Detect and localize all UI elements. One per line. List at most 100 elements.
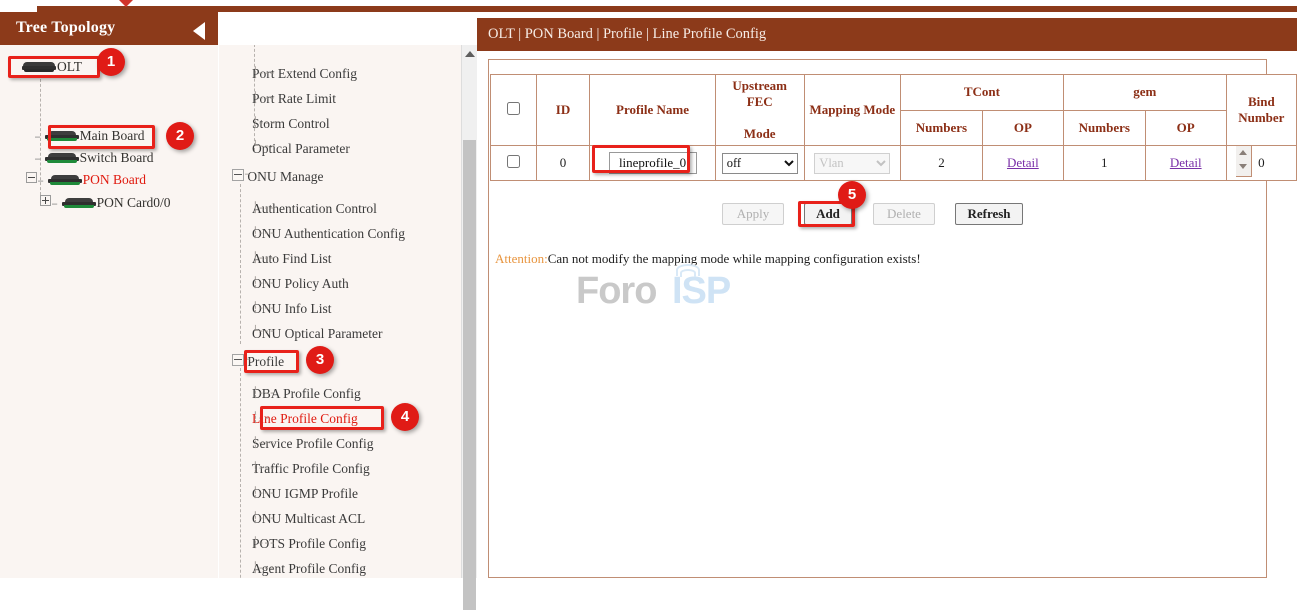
wifi-signal-icon [676, 263, 702, 277]
line-profile-table: ID Profile Name Upstream FEC Mode Mappin… [490, 74, 1297, 181]
scroll-down-icon[interactable] [1239, 164, 1247, 169]
menu-item-onu-optical-parameter[interactable]: └--- ONU Optical Parameter [252, 326, 382, 342]
header-gem-op: OP [1145, 110, 1226, 146]
menu-item-port-extend-config[interactable]: ┆--- Port Extend Config [252, 66, 357, 82]
nav-menu-list: ┆--- Port Extend Config ┆--- Port Rate L… [219, 45, 459, 578]
cell-id: 0 [536, 146, 589, 181]
header-tcont-numbers: Numbers [901, 110, 983, 146]
tree-item-olt[interactable]: OLT [22, 59, 82, 75]
watermark-text-foro: Foro [576, 270, 656, 313]
menu-item-onu-manage[interactable]: – ONU Manage [232, 169, 323, 185]
menu-collapse-icon[interactable] [232, 354, 244, 366]
menu-item-line-profile-config[interactable]: ┆-- Line Profile Config [252, 411, 358, 427]
menu-connector [240, 368, 241, 578]
header-gem: gem [1063, 75, 1226, 111]
select-all-header [491, 75, 537, 146]
menu-item-auto-find-list[interactable]: ┆--- Auto Find List [252, 251, 332, 267]
header-profile-name: Profile Name [590, 75, 716, 146]
annotation-badge-1: 1 [97, 48, 125, 76]
cell-gem-op: Detail [1145, 146, 1226, 181]
menu-item-dba-profile-config[interactable]: ┆--- DBA Profile Config [252, 386, 361, 402]
row-checkbox[interactable] [507, 155, 520, 168]
annotation-badge-2: 2 [166, 122, 194, 150]
menu-connector [240, 184, 241, 344]
menu-item-onu-authentication-config[interactable]: ┆--- ONU Authentication Config [252, 226, 405, 242]
gem-detail-link[interactable]: Detail [1170, 155, 1202, 170]
menu-item-onu-policy-auth[interactable]: ┆--- ONU Policy Auth [252, 276, 349, 292]
menu-item-label: ONU Manage [247, 169, 323, 184]
mapping-mode-select: Vlan [814, 153, 890, 174]
header-upstream-fec-mode: Upstream FEC Mode [715, 75, 804, 146]
menu-item-pots-profile-config[interactable]: ┆--- POTS Profile Config [252, 536, 366, 552]
menu-item-traffic-profile-config[interactable]: ┆--- Traffic Profile Config [252, 461, 370, 477]
header-bind-number: Bind Number [1226, 75, 1296, 146]
header-gem-numbers: Numbers [1063, 110, 1145, 146]
attention-label: Attention: [495, 251, 548, 266]
select-all-checkbox[interactable] [507, 102, 520, 115]
tree-item-label: PON Board [83, 172, 146, 187]
menu-item-onu-igmp-profile[interactable]: ┆--- ONU IGMP Profile [252, 486, 358, 502]
device-board-icon [45, 131, 79, 142]
tree-item-main-board[interactable]: – Main Board [34, 128, 144, 144]
scroll-up-icon[interactable] [465, 51, 475, 57]
annotation-badge-4: 4 [391, 403, 419, 431]
menu-item-optical-parameter[interactable]: └--- Optical Parameter [252, 141, 350, 157]
scroll-up-icon[interactable] [1239, 150, 1247, 155]
breadcrumb: OLT | PON Board | Profile | Line Profile… [488, 26, 766, 43]
menu-item-label: ONU Authentication Config [252, 226, 405, 241]
device-board-icon [48, 175, 82, 186]
tree-item-label: PON Card0/0 [97, 195, 171, 210]
device-olt-icon [22, 62, 56, 73]
menu-item-service-profile-config[interactable]: ┆--- Service Profile Config [252, 436, 373, 452]
cell-mapping-mode: Vlan [804, 146, 900, 181]
menu-item-agent-profile-config[interactable]: ┆--- Agent Profile Config [252, 561, 366, 577]
header-upstream-fec: Upstream FEC [732, 78, 787, 109]
header-number: Number [1238, 110, 1284, 125]
annotation-badge-3: 3 [306, 346, 334, 374]
tree-item-label: Main Board [80, 128, 145, 143]
apply-button[interactable]: Apply [722, 203, 784, 225]
tree-item-pon-card[interactable]: – PON Card0/0 [40, 195, 170, 211]
nav-menu-panel: ┆--- Port Extend Config ┆--- Port Rate L… [218, 45, 477, 578]
app-window: Tree Topology OLT – Main Board – Switch … [0, 0, 1297, 578]
table-row-scrollbar[interactable] [1236, 145, 1252, 177]
tree-item-pon-board[interactable]: – PON Board [26, 172, 146, 188]
menu-item-profile[interactable]: – Profile [232, 354, 284, 370]
cell-upstream-fec-mode: off on [715, 146, 804, 181]
menu-scrollbar-thumb[interactable] [463, 140, 476, 610]
cell-tcont-op: Detail [982, 146, 1063, 181]
menu-item-onu-info-list[interactable]: ┆--- ONU Info List [252, 301, 332, 317]
delete-button[interactable]: Delete [873, 203, 935, 225]
menu-scrollbar[interactable] [461, 45, 477, 578]
tree-collapse-icon[interactable] [26, 172, 37, 183]
top-red-arrow-icon [119, 0, 133, 7]
menu-item-onu-multicast-acl[interactable]: ┆--- ONU Multicast ACL [252, 511, 365, 527]
table-header-row: ID Profile Name Upstream FEC Mode Mappin… [491, 75, 1297, 111]
tree-item-label: OLT [57, 59, 82, 74]
row-select-cell [491, 146, 537, 181]
device-card-icon [62, 198, 96, 209]
refresh-button[interactable]: Refresh [955, 203, 1023, 225]
profile-name-input[interactable] [609, 152, 697, 174]
table-row: 0 off on Vlan 2 Detail [491, 146, 1297, 181]
cell-profile-name [590, 146, 716, 181]
header-tcont: TCont [901, 75, 1064, 111]
tree-expand-icon[interactable] [40, 195, 51, 206]
tcont-detail-link[interactable]: Detail [1007, 155, 1039, 170]
tree-item-label: Switch Board [80, 150, 154, 165]
header-mode: Mode [744, 126, 776, 141]
menu-item-storm-control[interactable]: ┆--- Storm Control [252, 116, 330, 132]
upstream-fec-mode-select[interactable]: off on [722, 153, 798, 174]
action-button-row: Apply Add Delete Refresh [700, 203, 1100, 225]
menu-item-port-rate-limit[interactable]: ┆--- Port Rate Limit [252, 91, 336, 107]
collapse-panel-icon[interactable] [193, 22, 205, 40]
header-tcont-op: OP [982, 110, 1063, 146]
annotation-badge-5: 5 [838, 181, 866, 209]
tree-item-switch-board[interactable]: – Switch Board [34, 150, 153, 166]
header-mapping-mode: Mapping Mode [804, 75, 900, 146]
attention-note: Attention:Can not modify the mapping mod… [495, 251, 921, 267]
menu-item-authentication-control[interactable]: ┆--- Authentication Control [252, 201, 377, 217]
content-header: OLT | PON Board | Profile | Line Profile… [477, 18, 1297, 51]
menu-collapse-icon[interactable] [232, 169, 244, 181]
attention-message: Can not modify the mapping mode while ma… [548, 251, 921, 266]
